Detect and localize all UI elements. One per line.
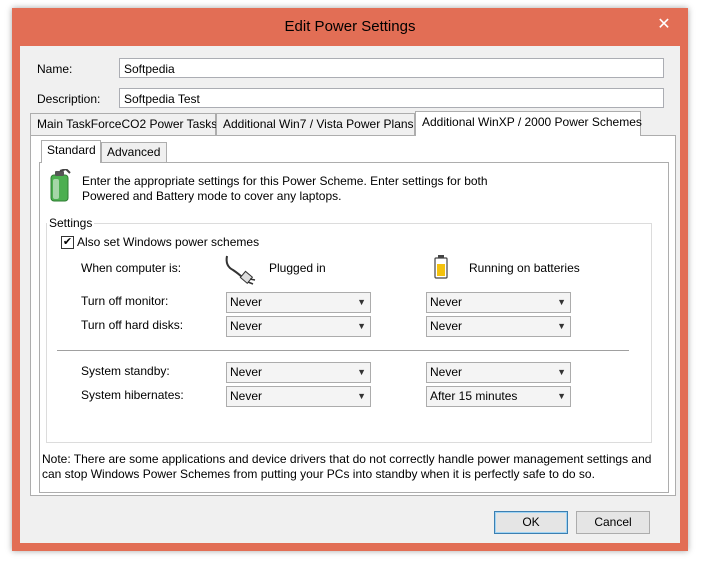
settings-group-title: Settings [47, 216, 95, 230]
subtab-advanced[interactable]: Advanced [101, 142, 167, 163]
chevron-down-icon: ▼ [557, 367, 566, 377]
hibernate-plugged-value: Never [230, 389, 263, 403]
when-computer-label: When computer is: [81, 261, 182, 275]
subtab-standard[interactable]: Standard [41, 140, 101, 163]
chevron-down-icon: ▼ [357, 297, 366, 307]
settings-group: Settings ✔ Also set Windows power scheme… [46, 216, 652, 443]
disks-plugged-dropdown[interactable]: Never ▼ [226, 316, 371, 337]
also-set-checkbox[interactable]: ✔ [61, 236, 74, 249]
name-label: Name: [37, 62, 73, 76]
monitor-battery-dropdown[interactable]: Never ▼ [426, 292, 571, 313]
title-bar[interactable]: Edit Power Settings ✕ [12, 8, 688, 46]
note-line2: can stop Windows Power Schemes from putt… [42, 467, 595, 481]
tab-win7-vista[interactable]: Additional Win7 / Vista Power Plans [216, 113, 415, 135]
running-on-batteries-label: Running on batteries [469, 261, 580, 275]
monitor-battery-value: Never [430, 295, 463, 309]
standby-battery-dropdown[interactable]: Never ▼ [426, 362, 571, 383]
tab-winxp-2000[interactable]: Additional WinXP / 2000 Power Schemes [415, 111, 642, 136]
chevron-down-icon: ▼ [357, 391, 366, 401]
intro-text-line1: Enter the appropriate settings for this … [82, 174, 488, 188]
dialog-client-area: Name: Softpedia Description: Softpedia T… [20, 46, 680, 543]
monitor-plugged-value: Never [230, 295, 263, 309]
plugged-in-label: Plugged in [269, 261, 326, 275]
standby-plugged-dropdown[interactable]: Never ▼ [226, 362, 371, 383]
chevron-down-icon: ▼ [557, 297, 566, 307]
cancel-button[interactable]: Cancel [576, 511, 650, 534]
also-set-label: Also set Windows power schemes [77, 235, 260, 249]
subtab-page-standard: Enter the appropriate settings for this … [39, 162, 669, 493]
settings-divider [57, 350, 629, 351]
battery-icon [434, 255, 448, 279]
description-label: Description: [37, 92, 101, 106]
standby-battery-value: Never [430, 365, 463, 379]
disks-plugged-value: Never [230, 319, 263, 333]
name-field[interactable]: Softpedia [119, 58, 664, 78]
monitor-plugged-dropdown[interactable]: Never ▼ [226, 292, 371, 313]
hibernate-battery-value: After 15 minutes [430, 389, 518, 403]
close-button[interactable]: ✕ [654, 16, 674, 34]
chevron-down-icon: ▼ [357, 367, 366, 377]
hibernate-plugged-dropdown[interactable]: Never ▼ [226, 386, 371, 407]
system-hibernates-label: System hibernates: [81, 388, 184, 402]
turn-off-hard-disks-label: Turn off hard disks: [81, 318, 184, 332]
hibernate-battery-dropdown[interactable]: After 15 minutes ▼ [426, 386, 571, 407]
tab-main-taskforce[interactable]: Main TaskForceCO2 Power Tasks [30, 113, 217, 135]
ok-button[interactable]: OK [494, 511, 568, 534]
disks-battery-value: Never [430, 319, 463, 333]
edit-power-settings-window: Edit Power Settings ✕ Name: Softpedia De… [12, 8, 688, 551]
battery-plug-icon [50, 169, 71, 202]
description-field[interactable]: Softpedia Test [119, 88, 664, 108]
intro-text-line2: Powered and Battery mode to cover any la… [82, 189, 342, 203]
chevron-down-icon: ▼ [557, 391, 566, 401]
note-line1: Note: There are some applications and de… [42, 452, 652, 466]
power-plug-icon [225, 255, 256, 285]
disks-battery-dropdown[interactable]: Never ▼ [426, 316, 571, 337]
system-standby-label: System standby: [81, 364, 170, 378]
chevron-down-icon: ▼ [557, 321, 566, 331]
turn-off-monitor-label: Turn off monitor: [81, 294, 169, 308]
standby-plugged-value: Never [230, 365, 263, 379]
tab-page-winxp: Standard Advanced Enter the appropriate … [30, 135, 676, 496]
window-title: Edit Power Settings [284, 18, 416, 35]
chevron-down-icon: ▼ [357, 321, 366, 331]
